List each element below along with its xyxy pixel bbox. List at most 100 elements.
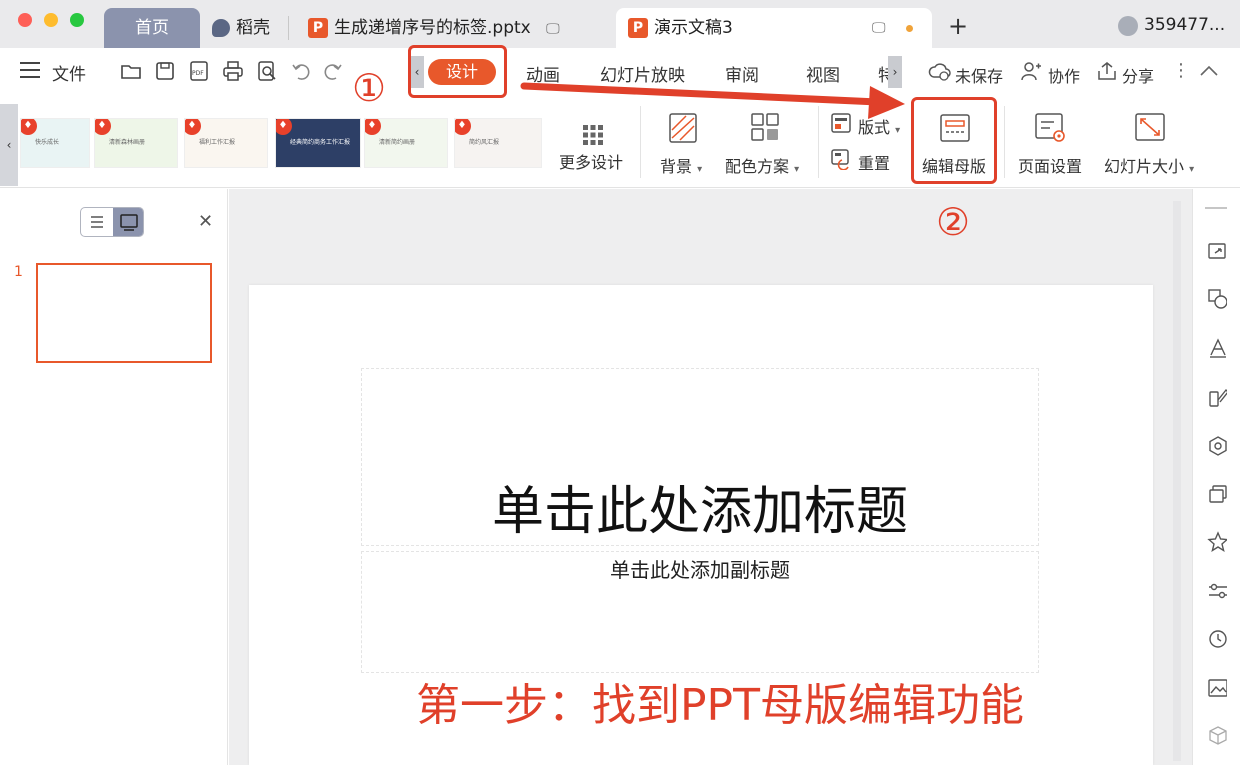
- dropdown-caret-icon: ▾: [697, 164, 703, 175]
- right-toolbar: [1192, 189, 1240, 765]
- thumbnail-view-button[interactable]: [113, 208, 143, 236]
- ppt-file-icon: P: [308, 18, 328, 38]
- panel-view-toggle: [80, 207, 144, 237]
- save-icon[interactable]: [154, 60, 176, 82]
- tabs-scroll-right-button[interactable]: ›: [888, 56, 902, 88]
- templates-scroll-left-button[interactable]: ‹: [0, 104, 18, 186]
- template-caption: 经典简约商务工作汇报: [290, 139, 351, 146]
- add-tab-button[interactable]: +: [948, 12, 968, 40]
- ppt-file-icon: P: [628, 18, 648, 38]
- more-design-button[interactable]: 更多设计: [559, 149, 623, 173]
- template-thumbnail[interactable]: ♦ 清新森林画册: [94, 118, 178, 168]
- tab-file-label: 生成递增序号的标签.pptx: [334, 18, 531, 38]
- tab-file[interactable]: P 生成递增序号的标签.pptx 🖵: [308, 8, 560, 48]
- grid-icon: [583, 125, 603, 145]
- tab-view[interactable]: 视图: [806, 61, 840, 86]
- text-style-icon[interactable]: [1207, 337, 1227, 359]
- tab-special[interactable]: 特: [878, 61, 888, 86]
- zoom-window-button[interactable]: [70, 13, 84, 27]
- properties-sliders-icon[interactable]: [1207, 580, 1227, 602]
- dropdown-caret-icon: ▾: [794, 164, 800, 175]
- slides-panel: ✕ 1: [0, 189, 228, 765]
- print-icon[interactable]: [222, 60, 244, 82]
- template-thumbnail[interactable]: ♦ 经典简约商务工作汇报: [275, 118, 361, 168]
- annotation-step2-marker: ②: [936, 200, 971, 244]
- undo-icon[interactable]: [290, 60, 312, 82]
- template-caption: 清新简约画册: [379, 139, 416, 146]
- hamburger-menu-icon[interactable]: [20, 62, 40, 78]
- template-caption: 清新森林画册: [109, 139, 146, 146]
- star-icon[interactable]: [1207, 531, 1227, 553]
- export-pdf-icon[interactable]: PDF: [188, 60, 210, 82]
- share-button[interactable]: 分享: [1122, 63, 1154, 87]
- tab-animation[interactable]: 动画: [526, 61, 560, 86]
- ribbon-divider: [1004, 106, 1005, 178]
- user-id[interactable]: 359477...: [1144, 15, 1225, 35]
- template-badge-icon: ♦: [455, 119, 471, 135]
- ribbon-divider: [818, 106, 819, 178]
- template-badge-icon: ♦: [185, 119, 201, 135]
- history-icon[interactable]: [1207, 628, 1227, 650]
- more-options-icon[interactable]: ⋮: [1172, 60, 1190, 81]
- monitor-icon: 🖵: [872, 20, 886, 36]
- cloud-icon: [928, 63, 951, 81]
- color-scheme-button[interactable]: 配色方案 ▾: [725, 153, 799, 177]
- tab-slideshow[interactable]: 幻灯片放映: [600, 61, 685, 86]
- format-painter-icon[interactable]: [1207, 386, 1227, 408]
- subtitle-placeholder[interactable]: 单击此处添加副标题: [361, 551, 1039, 673]
- tab-active-document[interactable]: P 演示文稿3 🖵: [616, 8, 932, 48]
- layout-button[interactable]: 版式 ▾: [858, 114, 900, 138]
- unsaved-status[interactable]: 未保存: [955, 63, 1003, 87]
- template-thumbnail[interactable]: ♦ 清新简约画册: [364, 118, 448, 168]
- tab-home-label: 首页: [135, 18, 169, 38]
- print-preview-icon[interactable]: [256, 60, 278, 82]
- slide-size-button[interactable]: 幻灯片大小 ▾: [1104, 153, 1194, 177]
- annotation-caption: 第一步：找到PPT母版编辑功能: [416, 680, 1024, 731]
- tab-daoke[interactable]: 稻壳: [212, 8, 270, 48]
- file-menu[interactable]: 文件: [52, 60, 86, 85]
- ribbon-divider: [640, 106, 641, 178]
- drag-handle[interactable]: [1205, 207, 1227, 209]
- template-thumbnail[interactable]: ♦ 福利工作汇报: [184, 118, 268, 168]
- redo-icon[interactable]: [322, 60, 344, 82]
- cube-icon[interactable]: [1207, 725, 1227, 747]
- template-badge-icon: ♦: [95, 119, 111, 135]
- title-placeholder[interactable]: 单击此处添加标题: [361, 368, 1039, 546]
- minimize-window-button[interactable]: [44, 13, 58, 27]
- background-button[interactable]: 背景 ▾: [660, 153, 702, 177]
- vertical-scrollbar[interactable]: [1173, 201, 1181, 761]
- animation-pane-icon[interactable]: [1207, 241, 1227, 263]
- share-icon: [1098, 62, 1116, 80]
- collaborate-button[interactable]: 协作: [1048, 63, 1080, 87]
- reset-button[interactable]: 重置: [858, 150, 890, 174]
- dropdown-caret-icon: ▾: [1189, 164, 1195, 175]
- template-thumbnail[interactable]: ♦ 简约风汇报: [454, 118, 542, 168]
- open-folder-icon[interactable]: [120, 60, 142, 82]
- avatar[interactable]: [1118, 16, 1138, 36]
- close-panel-icon[interactable]: ✕: [198, 211, 213, 232]
- close-window-button[interactable]: [18, 13, 32, 27]
- template-caption: 快乐成长: [35, 139, 60, 146]
- background-label: 背景: [660, 157, 693, 176]
- template-thumbnail[interactable]: ♦ 快乐成长: [20, 118, 90, 168]
- collaborate-icon: [1021, 62, 1041, 81]
- annotation-step1-marker: ①: [352, 66, 387, 110]
- title-bar: 首页 稻壳 P 生成递增序号的标签.pptx 🖵 P 演示文稿3 🖵 + 35947…: [0, 0, 1240, 48]
- shapes-icon[interactable]: [1207, 288, 1227, 310]
- slide-thumbnail[interactable]: [36, 263, 212, 363]
- collapse-ribbon-icon[interactable]: [1198, 62, 1220, 80]
- daoke-icon: [212, 19, 230, 37]
- template-badge-icon: ♦: [365, 119, 381, 135]
- image-icon[interactable]: [1207, 677, 1227, 699]
- outline-view-button[interactable]: [81, 208, 113, 236]
- layout-icon: [831, 113, 851, 133]
- page-setup-button[interactable]: 页面设置: [1018, 153, 1082, 177]
- slide-number: 1: [14, 264, 23, 280]
- copy-icon[interactable]: [1207, 483, 1227, 505]
- slide-thumbnail-icon: [120, 214, 138, 231]
- hexagon-icon[interactable]: [1207, 435, 1227, 457]
- tab-home[interactable]: 首页: [104, 8, 200, 48]
- annotation-edit-master-highlight: [911, 97, 997, 184]
- tab-review[interactable]: 审阅: [725, 61, 759, 86]
- list-icon: [91, 216, 103, 228]
